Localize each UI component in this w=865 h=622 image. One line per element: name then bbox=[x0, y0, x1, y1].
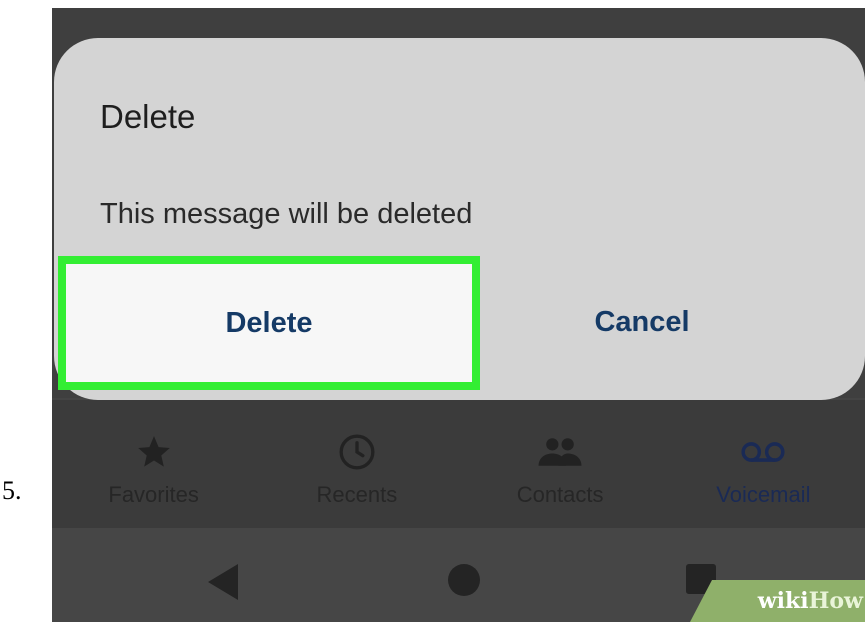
voicemail-icon bbox=[741, 432, 785, 472]
cancel-button[interactable]: Cancel bbox=[532, 260, 752, 384]
nav-item-voicemail[interactable]: Voicemail bbox=[662, 400, 865, 528]
watermark-wiki: wiki bbox=[757, 588, 809, 614]
wikihow-watermark: wiki How bbox=[690, 580, 865, 622]
nav-label: Recents bbox=[316, 482, 398, 507]
contacts-icon bbox=[537, 432, 583, 472]
back-icon[interactable] bbox=[208, 564, 240, 605]
nav-label: Favorites bbox=[108, 482, 199, 507]
phone-screen: Delete This message will be deleted Dele… bbox=[52, 8, 865, 622]
step-number: 5. bbox=[2, 476, 22, 505]
clock-icon bbox=[337, 432, 377, 472]
bottom-nav: Favorites Recents Contacts Voicemail bbox=[52, 400, 865, 528]
delete-button-label: Delete bbox=[225, 306, 313, 339]
nav-item-recents[interactable]: Recents bbox=[255, 400, 458, 528]
nav-label: Voicemail bbox=[716, 482, 811, 507]
watermark-how: How bbox=[808, 588, 863, 614]
nav-label: Contacts bbox=[516, 482, 604, 507]
star-icon bbox=[135, 432, 173, 472]
dialog-title: Delete bbox=[100, 98, 196, 135]
dialog-message: This message will be deleted bbox=[100, 198, 473, 230]
nav-item-contacts[interactable]: Contacts bbox=[459, 400, 662, 528]
nav-item-favorites[interactable]: Favorites bbox=[52, 400, 255, 528]
home-icon[interactable] bbox=[448, 564, 480, 601]
delete-button[interactable]: Delete bbox=[58, 256, 480, 390]
cancel-button-label: Cancel bbox=[594, 305, 690, 338]
